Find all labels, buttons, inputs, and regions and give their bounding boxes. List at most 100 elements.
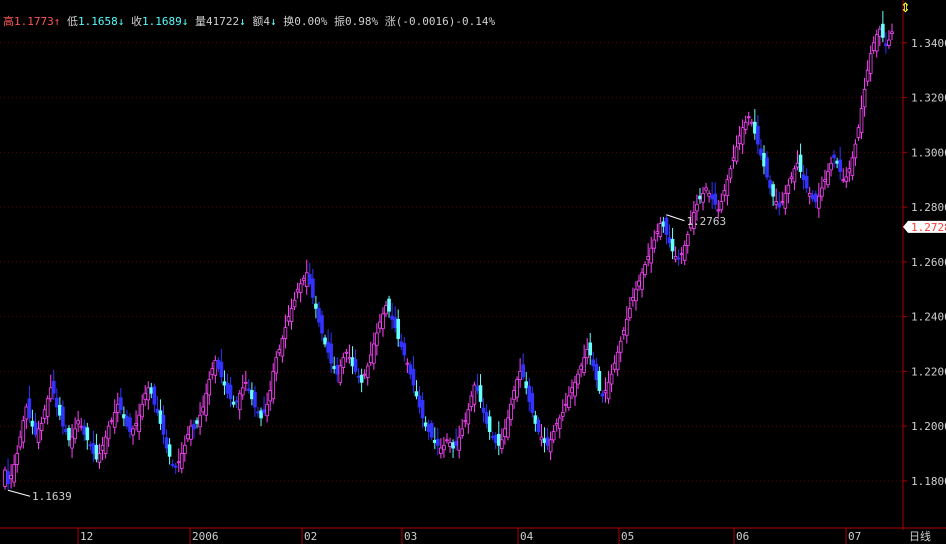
candle bbox=[655, 223, 660, 242]
candle-body bbox=[213, 360, 218, 376]
close-arrow-icon: ↓ bbox=[181, 15, 189, 28]
candle-body bbox=[631, 297, 635, 301]
candle bbox=[798, 143, 803, 179]
candle-body bbox=[27, 398, 32, 419]
candle bbox=[372, 332, 376, 370]
candle bbox=[847, 160, 852, 182]
candle-body bbox=[265, 403, 269, 417]
candle bbox=[195, 417, 199, 429]
candle bbox=[597, 366, 602, 394]
candle bbox=[625, 306, 629, 344]
candle-body bbox=[533, 415, 538, 424]
candle-body bbox=[405, 362, 410, 365]
candle bbox=[631, 287, 635, 307]
candle bbox=[835, 157, 839, 169]
candle-body bbox=[73, 428, 77, 440]
candle bbox=[536, 416, 541, 435]
candle bbox=[326, 329, 330, 359]
period-label: 日线 bbox=[909, 529, 931, 543]
x-tick-label: 02 bbox=[304, 530, 317, 543]
candle bbox=[698, 187, 702, 204]
candle-body bbox=[856, 127, 861, 138]
candle-body bbox=[740, 127, 745, 145]
candle bbox=[515, 376, 519, 403]
candle-body bbox=[743, 121, 748, 130]
candle bbox=[228, 376, 233, 407]
candle-body bbox=[868, 53, 873, 74]
candle bbox=[298, 278, 303, 303]
candle bbox=[244, 370, 248, 392]
candle-body bbox=[753, 121, 757, 134]
candle bbox=[780, 191, 785, 206]
candle-body bbox=[582, 357, 586, 373]
candle bbox=[701, 186, 705, 211]
candle bbox=[890, 23, 894, 41]
candle bbox=[27, 385, 32, 423]
candle bbox=[673, 246, 678, 263]
period-label-group: 日线 bbox=[909, 529, 931, 543]
candle bbox=[829, 156, 833, 177]
candle-body bbox=[625, 318, 629, 336]
axes bbox=[0, 0, 946, 530]
candle bbox=[362, 369, 367, 380]
candle bbox=[472, 381, 477, 413]
candle bbox=[582, 344, 586, 376]
candle-body bbox=[295, 288, 300, 293]
candle bbox=[765, 151, 769, 181]
candle-body bbox=[756, 126, 760, 145]
candle bbox=[79, 417, 84, 431]
candlestick-chart: 1.3400 1.3200 1.3000 1.2800 1.2600 1.2400 1.22… bbox=[0, 0, 946, 544]
candle-body bbox=[286, 316, 291, 322]
candle bbox=[768, 175, 772, 195]
candle bbox=[36, 420, 41, 450]
candle-body bbox=[195, 420, 199, 424]
high-annotation-line bbox=[666, 214, 685, 222]
current-price-tag: 1.2728 bbox=[903, 220, 946, 234]
candle-body bbox=[478, 385, 483, 402]
candle-body bbox=[768, 179, 772, 189]
candle-body bbox=[314, 303, 318, 309]
candle bbox=[265, 392, 269, 423]
candle-body bbox=[652, 239, 657, 249]
candle-body bbox=[280, 338, 285, 357]
candle bbox=[618, 336, 623, 363]
candle bbox=[9, 463, 13, 489]
change-label: 涨 bbox=[384, 15, 396, 28]
candle bbox=[149, 382, 154, 399]
candle bbox=[850, 151, 855, 181]
candle-body bbox=[378, 321, 382, 329]
candle bbox=[832, 150, 836, 168]
y-tick-label: 1.1800 bbox=[911, 475, 946, 488]
candle bbox=[667, 224, 672, 248]
candle bbox=[567, 386, 571, 411]
amount-arrow-icon: ↓ bbox=[270, 15, 277, 28]
candle bbox=[506, 409, 510, 441]
svg-text:⇕: ⇕ bbox=[900, 1, 911, 16]
candle bbox=[131, 425, 135, 445]
candle-body bbox=[109, 420, 114, 423]
candle bbox=[753, 109, 757, 140]
candle bbox=[317, 301, 321, 328]
candle bbox=[457, 425, 461, 459]
candle-body bbox=[335, 364, 340, 375]
candle bbox=[234, 396, 239, 409]
candle-body bbox=[460, 428, 465, 436]
candle-body bbox=[798, 154, 803, 172]
candle-body bbox=[42, 409, 47, 419]
candle-body bbox=[176, 461, 181, 464]
candle-body bbox=[55, 397, 59, 408]
candle bbox=[402, 336, 407, 362]
candle-body bbox=[588, 342, 593, 356]
candle-body bbox=[338, 365, 343, 383]
scroll-icon[interactable]: ⇕ bbox=[900, 1, 911, 16]
candle-body bbox=[347, 357, 352, 360]
candle bbox=[219, 348, 224, 384]
candle-body bbox=[780, 201, 785, 204]
candle-body bbox=[323, 337, 327, 345]
candle-body bbox=[881, 23, 885, 38]
candle-body bbox=[88, 444, 93, 447]
candle bbox=[646, 243, 650, 267]
candle bbox=[122, 406, 126, 427]
candle-body bbox=[603, 390, 608, 394]
candle bbox=[70, 423, 74, 458]
